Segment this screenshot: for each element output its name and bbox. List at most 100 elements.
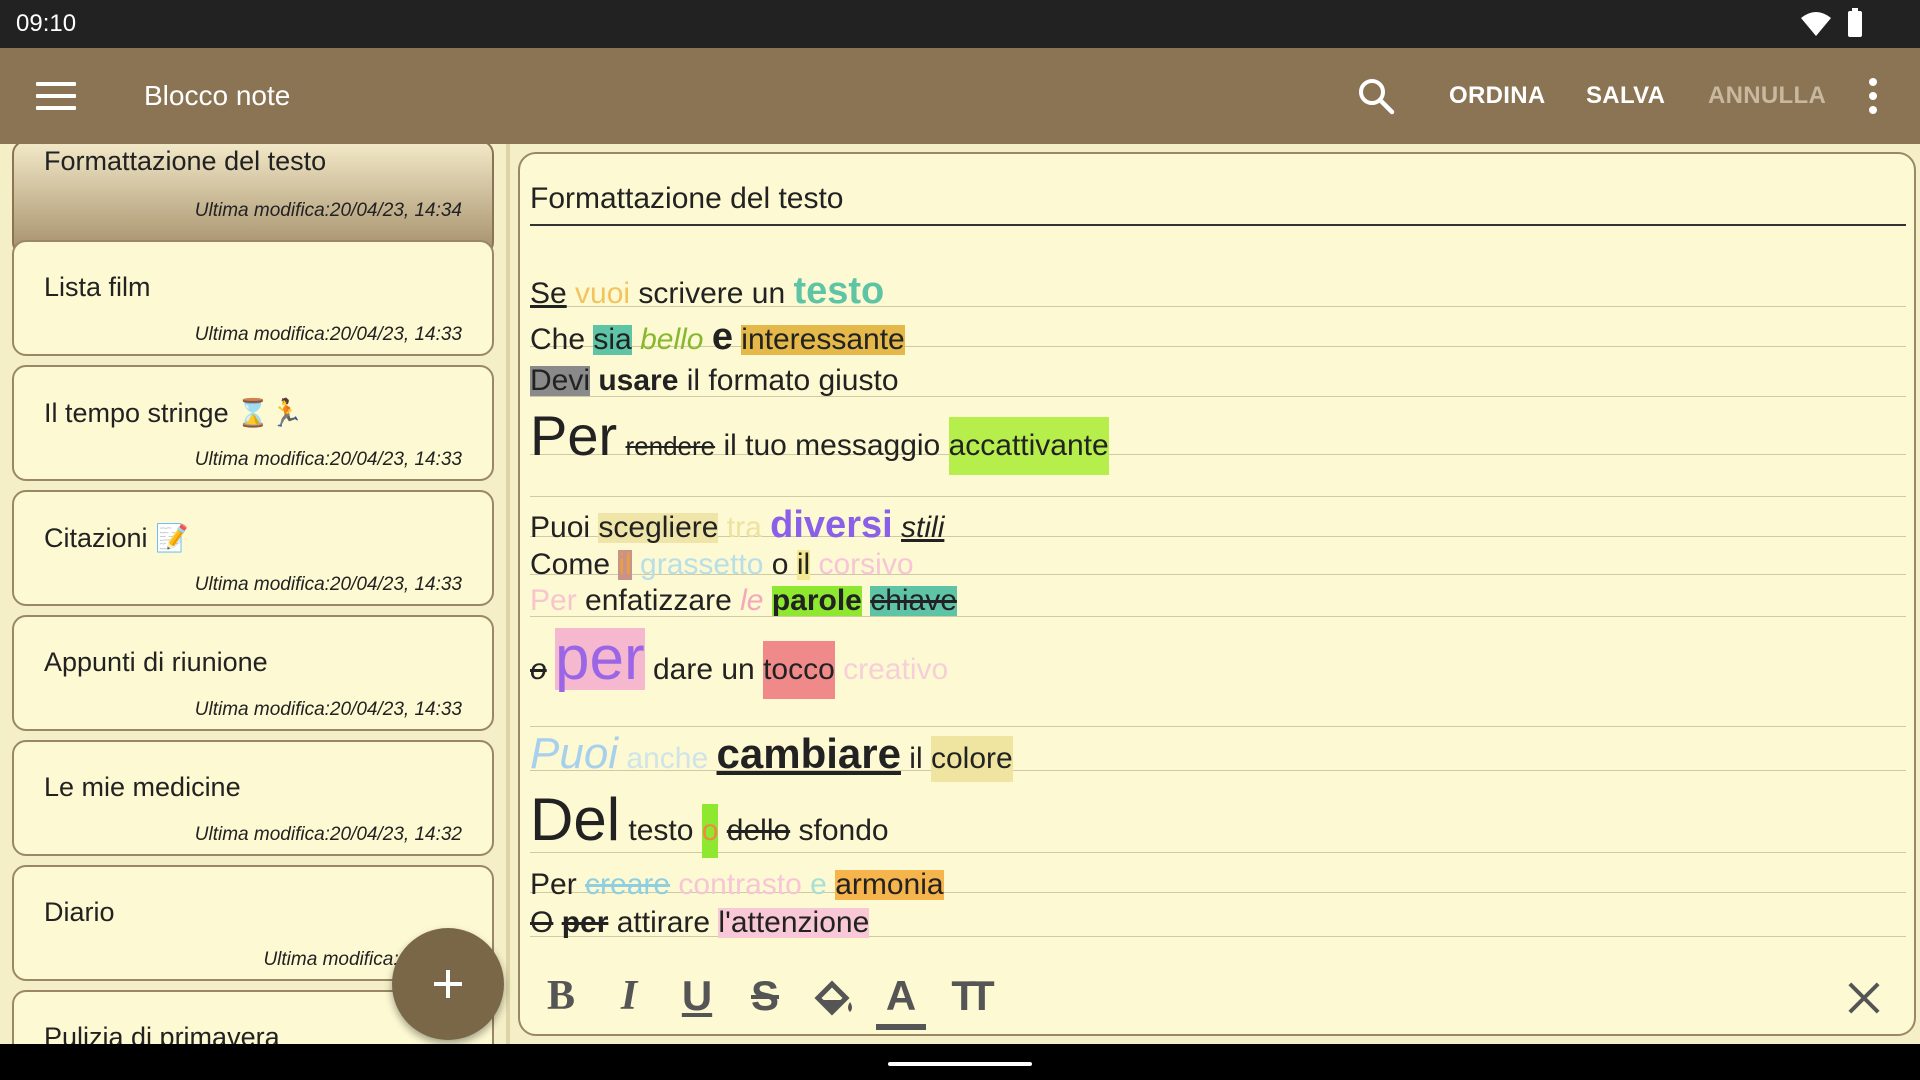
- text-line-2[interactable]: Che sia bello e interessante: [530, 318, 905, 356]
- text-run: l'attenzione: [718, 906, 870, 939]
- note-editor[interactable]: Formattazione del testo Se vuoi scrivere…: [518, 152, 1916, 1036]
- text-run: stili: [901, 511, 945, 544]
- text-run: o: [530, 653, 547, 686]
- text-run: [632, 325, 640, 355]
- text-line-10[interactable]: Del testo o dello sfondo: [530, 790, 889, 858]
- text-size-button[interactable]: TT: [944, 972, 994, 1020]
- text-run: grassetto: [640, 548, 764, 581]
- note-item[interactable]: Il tempo stringe ⌛🏃 Ultima modifica:20/0…: [12, 365, 494, 481]
- note-title: Diario: [44, 897, 115, 927]
- text-line-9[interactable]: Puoi anche cambiare il colore: [530, 732, 1013, 782]
- text-line-12[interactable]: O per attirare l'attenzione: [530, 906, 870, 939]
- text-run: il formato giusto: [678, 364, 899, 397]
- text-run: Puoi: [530, 511, 599, 544]
- text-run: il tuo messaggio: [715, 429, 949, 462]
- text-run: Come: [530, 548, 619, 581]
- text-run: le: [740, 584, 764, 617]
- search-icon[interactable]: [1356, 76, 1396, 116]
- underline-button[interactable]: U: [672, 972, 722, 1020]
- text-run: per: [561, 906, 609, 939]
- text-run: rendere: [625, 431, 716, 461]
- note-item[interactable]: Citazioni 📝 Ultima modifica:20/04/23, 14…: [12, 490, 494, 606]
- note-date: Ultima modifica:20/04/23, 14:33: [194, 324, 462, 345]
- more-options-icon[interactable]: [1868, 78, 1878, 114]
- note-title: Citazioni 📝: [44, 523, 189, 553]
- text-run: O: [530, 906, 554, 939]
- status-time: 09:10: [16, 10, 77, 37]
- bold-button[interactable]: B: [536, 972, 586, 1020]
- text-run: Per: [530, 584, 577, 617]
- text-run: Se: [530, 277, 567, 310]
- text-run: [862, 586, 870, 616]
- text-line-3[interactable]: Devi usare il formato giusto: [530, 366, 899, 396]
- text-line-5[interactable]: Puoi scegliere tra diversi stili: [530, 506, 944, 544]
- wifi-icon: [1801, 12, 1831, 36]
- text-run: [617, 431, 625, 461]
- text-run: [827, 870, 835, 900]
- text-run: [553, 908, 561, 938]
- text-run: attirare: [608, 906, 719, 939]
- text-run: Per: [530, 868, 586, 901]
- text-line-1[interactable]: Se vuoi scrivere un testo: [530, 272, 884, 310]
- text-run: per: [555, 624, 645, 693]
- text-run: [835, 655, 843, 685]
- fill-color-icon[interactable]: [808, 976, 858, 1022]
- text-run: usare: [598, 364, 679, 397]
- note-item[interactable]: Lista film Ultima modifica:20/04/23, 14:…: [12, 240, 494, 356]
- text-run: Del: [530, 786, 621, 853]
- text-run: e: [711, 316, 733, 358]
- text-run: sfondo: [790, 814, 889, 847]
- text-run: colore: [930, 736, 1013, 782]
- navigation-bar: [0, 1044, 1920, 1080]
- formatting-toolbar: B I U S A TT: [520, 960, 1914, 1034]
- note-title-field[interactable]: Formattazione del testo: [530, 182, 844, 216]
- text-run: contrasto: [678, 868, 802, 901]
- text-run: [703, 325, 711, 355]
- close-icon[interactable]: [1846, 980, 1882, 1016]
- text-run: parole: [771, 584, 862, 617]
- text-run: [567, 279, 575, 309]
- sort-button[interactable]: ORDINA: [1449, 82, 1545, 110]
- text-run: tra: [726, 511, 762, 544]
- text-run: [590, 366, 598, 396]
- text-line-6[interactable]: Come il grassetto o il corsivo: [530, 550, 914, 580]
- text-run: dello: [726, 814, 791, 847]
- text-run: Puoi: [530, 729, 619, 778]
- text-run: dare un: [644, 653, 764, 686]
- app-bar: Blocco note ORDINA SALVA ANNULLA: [0, 48, 1920, 144]
- text-run: cambiare: [716, 730, 901, 777]
- battery-icon: [1848, 8, 1862, 37]
- text-run: anche: [626, 742, 709, 775]
- note-title: Formattazione del testo: [44, 146, 327, 176]
- text-run: o: [701, 804, 719, 858]
- text-run: interessante: [741, 323, 905, 356]
- undo-button[interactable]: ANNULLA: [1708, 82, 1826, 110]
- text-run: [718, 513, 726, 543]
- save-button[interactable]: SALVA: [1586, 82, 1665, 110]
- menu-icon[interactable]: [36, 82, 76, 110]
- text-run: [762, 513, 770, 543]
- text-run: [893, 513, 901, 543]
- strikethrough-button[interactable]: S: [740, 972, 790, 1020]
- text-run: [733, 325, 741, 355]
- text-run: o: [763, 548, 797, 581]
- pane-divider: [506, 144, 510, 1044]
- note-title: Le mie medicine: [44, 772, 241, 802]
- add-note-button[interactable]: [392, 928, 504, 1040]
- text-line-8[interactable]: o per dare un tocco creativo: [530, 628, 948, 699]
- text-line-11[interactable]: Per creare contrasto e armonia: [530, 870, 944, 900]
- note-item[interactable]: Appunti di riunione Ultima modifica:20/0…: [12, 615, 494, 731]
- status-bar: 09:10: [0, 0, 1920, 48]
- text-run: Per: [530, 404, 618, 467]
- text-line-4[interactable]: Per rendere il tuo messaggio accattivant…: [530, 408, 1109, 475]
- note-date: Ultima modifica:20/04/23, 14:32: [194, 824, 462, 845]
- italic-button[interactable]: I: [604, 972, 654, 1020]
- text-run: [670, 870, 678, 900]
- text-run: [547, 655, 555, 685]
- text-run: tocco: [763, 641, 835, 699]
- text-color-button[interactable]: A: [876, 972, 926, 1030]
- text-line-7[interactable]: Per enfatizzare le parole chiave: [530, 586, 957, 616]
- text-run: Che: [530, 323, 594, 356]
- note-item[interactable]: Le mie medicine Ultima modifica:20/04/23…: [12, 740, 494, 856]
- home-handle[interactable]: [888, 1062, 1032, 1066]
